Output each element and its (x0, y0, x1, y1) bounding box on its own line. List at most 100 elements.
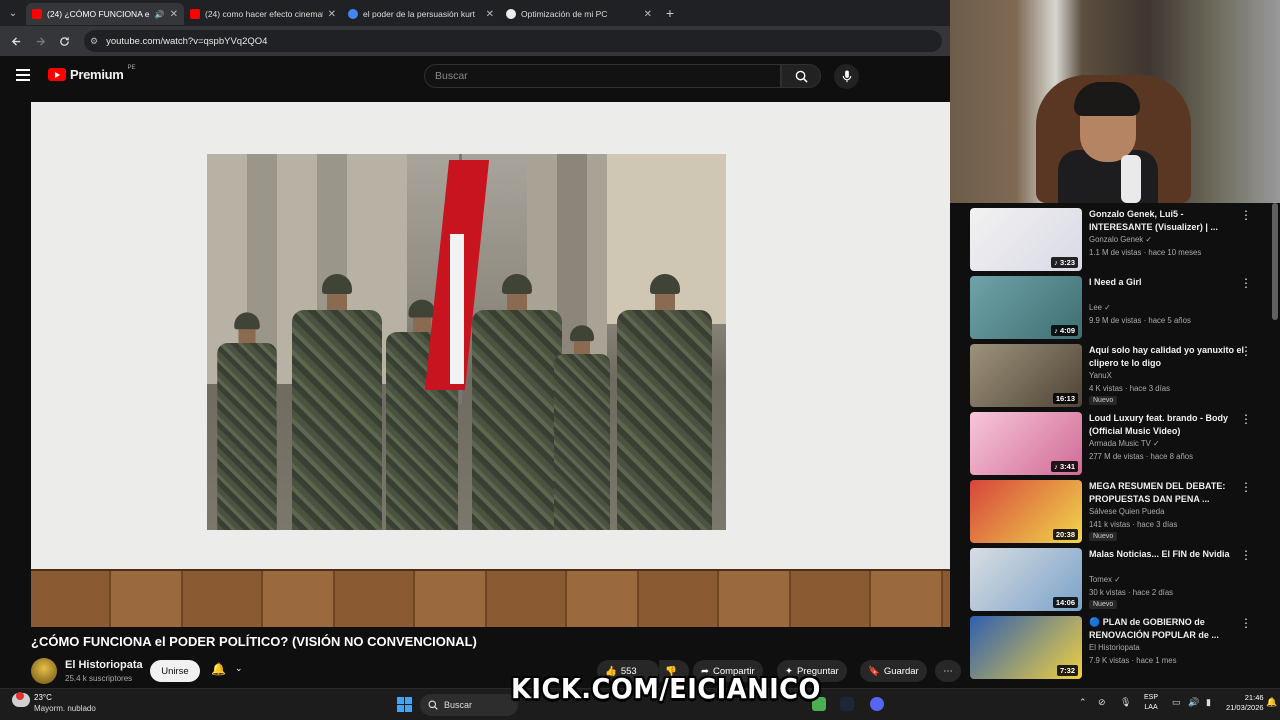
video-duration: ♪ 3:41 (1051, 461, 1078, 472)
wifi-icon[interactable]: ▭ (1172, 697, 1181, 708)
menu-icon[interactable] (16, 69, 30, 81)
video-thumbnail[interactable]: ♪ 3:23 (970, 208, 1082, 271)
tab-audio-icon[interactable]: 🔊 (155, 10, 165, 19)
voice-search-button[interactable] (834, 64, 859, 89)
microphone-icon[interactable]: 🎙 (1120, 697, 1131, 708)
language-indicator[interactable]: ESP LAA (1144, 693, 1158, 713)
close-tab-icon[interactable]: ✕ (328, 9, 336, 20)
channel-name[interactable]: Tomex (1089, 575, 1112, 584)
channel-name[interactable]: YanuX (1089, 371, 1112, 380)
browser-tab[interactable]: (24) como hacer efecto cinematográfico ✕ (184, 3, 342, 25)
network-off-icon[interactable]: ⊘ (1098, 697, 1106, 708)
more-actions-button[interactable]: ⋯ (935, 660, 961, 682)
channel-name[interactable]: Gonzalo Genek (1089, 235, 1143, 244)
video-title[interactable]: I Need a Girl (1089, 276, 1249, 289)
more-vertical-icon[interactable]: ⋮ (1240, 480, 1252, 494)
weather-condition[interactable]: Mayorm. nublado (34, 704, 96, 713)
steam-app-icon[interactable] (840, 697, 854, 711)
save-button[interactable]: 🔖 Guardar (860, 660, 927, 682)
channel-line: Lee ✓ (1089, 303, 1111, 312)
more-vertical-icon[interactable]: ⋮ (1240, 208, 1252, 222)
tab-search-chevron-icon[interactable]: ⌄ (0, 0, 26, 26)
video-title[interactable]: Aquí solo hay calidad yo yanuxito el cli… (1089, 344, 1249, 370)
recommended-video[interactable]: ♪ 4:09 I Need a Girl Lee ✓ 9.9 M de vistas … (970, 276, 1270, 342)
channel-name[interactable]: Lee (1089, 303, 1102, 312)
join-button[interactable]: Unirse (150, 660, 200, 682)
reload-button[interactable] (54, 31, 74, 51)
more-vertical-icon[interactable]: ⋮ (1240, 548, 1252, 562)
clock[interactable]: 21:46 21/03/2026 (1226, 693, 1264, 713)
forward-button[interactable] (30, 31, 50, 51)
bookmark-icon: 🔖 (868, 665, 880, 677)
reload-icon (59, 36, 69, 46)
region-code: PE (127, 64, 136, 71)
channel-name[interactable]: Sálvese Quien Pueda (1089, 507, 1164, 516)
recommended-video[interactable]: 20:38 MEGA RESUMEN DEL DEBATE: PROPUESTAS… (970, 480, 1270, 546)
taskbar-search[interactable]: Buscar (420, 694, 518, 716)
video-title[interactable]: MEGA RESUMEN DEL DEBATE: PROPUESTAS DAN … (1089, 480, 1249, 506)
more-vertical-icon[interactable]: ⋮ (1240, 616, 1252, 630)
windows-start-icon[interactable] (397, 697, 412, 712)
video-thumbnail[interactable]: ♪ 4:09 (970, 276, 1082, 339)
browser-tab[interactable]: (24) ¿CÓMO FUNCIONA el PODER POLÍTICO? (… (26, 3, 184, 25)
video-duration: 16:13 (1052, 393, 1078, 404)
notification-bell-icon[interactable]: 🔔 (211, 662, 226, 676)
youtube-premium-logo[interactable]: Premium PE (48, 64, 136, 82)
recommended-video[interactable]: ♪ 3:41 Loud Luxury feat. brando - Body (O… (970, 412, 1270, 478)
more-vertical-icon[interactable]: ⋮ (1240, 412, 1252, 426)
battery-icon[interactable]: ▮ (1206, 697, 1211, 708)
search-input[interactable]: Buscar (424, 64, 781, 88)
video-duration: ♪ 3:23 (1051, 257, 1078, 268)
new-badge: Nuevo (1089, 396, 1118, 405)
temperature[interactable]: 23°C (34, 693, 52, 702)
chevron-up-icon[interactable]: ⌃ (1079, 697, 1087, 708)
site-info-icon[interactable]: ⚙ (90, 36, 98, 47)
chevron-down-icon[interactable]: ⌄ (235, 663, 243, 674)
video-meta: 141 k vistas · hace 3 días (1089, 520, 1178, 529)
more-horizontal-icon: ⋯ (943, 665, 953, 677)
sidebar-scrollbar[interactable] (1272, 203, 1278, 320)
video-player[interactable] (31, 102, 950, 627)
recommended-video[interactable]: 14:06 Malas Noticias... El FIN de Nvidia T… (970, 548, 1270, 614)
recommended-video[interactable]: 7:32 🔵 PLAN de GOBIERNO de RENOVACIÓN POP… (970, 616, 1270, 682)
search-button[interactable] (781, 64, 821, 88)
search-icon (428, 700, 438, 710)
video-title[interactable]: Gonzalo Genek, Lui5 - INTERESANTE (Visua… (1089, 208, 1249, 234)
youtube-favicon-icon (32, 9, 42, 19)
discord-app-icon[interactable] (870, 697, 884, 711)
video-meta: 7.9 K vistas · hace 1 mes (1089, 656, 1177, 665)
microphone-icon (842, 70, 851, 83)
video-thumbnail[interactable]: 7:32 (970, 616, 1082, 679)
notification-icon[interactable]: 🔔 (1266, 697, 1277, 708)
subscriber-count: 25.4 k suscriptores (65, 674, 133, 683)
video-title[interactable]: Loud Luxury feat. brando - Body (Officia… (1089, 412, 1249, 438)
recommended-video[interactable]: 16:13 Aquí solo hay calidad yo yanuxito e… (970, 344, 1270, 410)
video-thumbnail[interactable]: 20:38 (970, 480, 1082, 543)
close-tab-icon[interactable]: ✕ (170, 9, 178, 20)
close-tab-icon[interactable]: ✕ (486, 9, 494, 20)
channel-line: Tomex ✓ (1089, 575, 1121, 584)
recommended-video[interactable]: ♪ 3:23 Gonzalo Genek, Lui5 - INTERESANTE … (970, 208, 1270, 274)
video-title[interactable]: Malas Noticias... El FIN de Nvidia (1089, 548, 1249, 561)
more-vertical-icon[interactable]: ⋮ (1240, 276, 1252, 290)
back-button[interactable] (6, 31, 26, 51)
volume-icon[interactable]: 🔊 (1188, 697, 1199, 708)
browser-tab[interactable]: Optimización de mi PC ✕ (500, 3, 658, 25)
video-thumbnail[interactable]: 16:13 (970, 344, 1082, 407)
video-meta: 4 K vistas · hace 3 días (1089, 384, 1171, 393)
video-thumbnail[interactable]: ♪ 3:41 (970, 412, 1082, 475)
more-vertical-icon[interactable]: ⋮ (1240, 344, 1252, 358)
video-meta: 277 M de vistas · hace 8 años (1089, 452, 1194, 461)
video-title[interactable]: 🔵 PLAN de GOBIERNO de RENOVACIÓN POPULAR… (1089, 616, 1249, 642)
browser-tab[interactable]: el poder de la persuasión kurt ✕ (342, 3, 500, 25)
soldier-figure (472, 274, 562, 530)
close-tab-icon[interactable]: ✕ (644, 9, 652, 20)
channel-name[interactable]: Armada Music TV (1089, 439, 1151, 448)
channel-name[interactable]: El Historiopata (65, 659, 143, 671)
channel-avatar[interactable] (31, 658, 57, 684)
video-thumbnail[interactable]: 14:06 (970, 548, 1082, 611)
new-tab-button[interactable]: + (658, 5, 682, 21)
address-bar[interactable]: ⚙ youtube.com/watch?v=qspbYVq2QO4 (84, 30, 942, 52)
taskbar-search-label: Buscar (444, 700, 473, 710)
channel-name[interactable]: El Historiopata (1089, 643, 1140, 652)
